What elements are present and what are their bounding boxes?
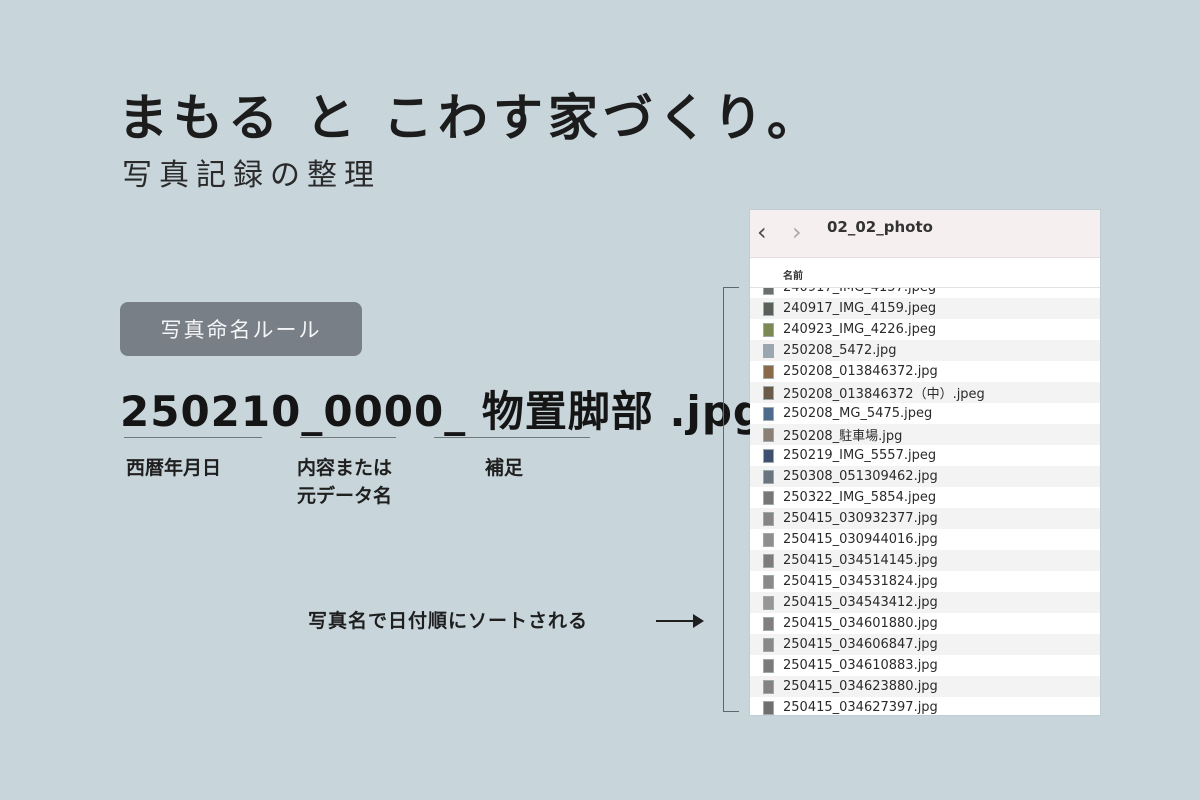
file-row[interactable]: 250208_013846372（中）.jpeg xyxy=(750,382,1100,403)
file-name: 240917_IMG_4157.jpeg xyxy=(783,288,936,295)
bracket-line xyxy=(723,287,739,712)
image-thumbnail-icon xyxy=(763,364,774,379)
part-label-content: 内容または 元データ名 xyxy=(297,457,393,507)
file-list[interactable]: 240917_IMG_4157.jpeg 240917_IMG_4159.jpeg… xyxy=(750,288,1100,715)
image-thumbnail-icon xyxy=(763,490,774,505)
image-thumbnail-icon xyxy=(763,427,774,442)
column-header-name[interactable]: 名前 xyxy=(750,258,1100,288)
image-thumbnail-icon xyxy=(763,448,774,463)
image-thumbnail-icon xyxy=(763,301,774,316)
part-label-supplement: 補足 xyxy=(485,457,524,479)
file-row[interactable]: 240917_IMG_4157.jpeg xyxy=(750,288,1100,298)
folder-name: 02_02_photo xyxy=(827,218,933,236)
file-row[interactable]: 250208_5472.jpg xyxy=(750,340,1100,361)
file-row[interactable]: 250219_IMG_5557.jpeg xyxy=(750,445,1100,466)
image-thumbnail-icon xyxy=(763,385,774,400)
file-row[interactable]: 250415_030944016.jpg xyxy=(750,529,1100,550)
image-thumbnail-icon xyxy=(763,553,774,568)
image-thumbnail-icon xyxy=(763,574,774,589)
file-name: 250208_MG_5475.jpeg xyxy=(783,406,933,421)
image-thumbnail-icon xyxy=(763,343,774,358)
file-row[interactable]: 250322_IMG_5854.jpeg xyxy=(750,487,1100,508)
file-name: 250415_034531824.jpg xyxy=(783,574,938,589)
image-thumbnail-icon xyxy=(763,322,774,337)
finder-toolbar: ‹ › 02_02_photo xyxy=(750,210,1100,258)
file-row[interactable]: 250415_034531824.jpg xyxy=(750,571,1100,592)
sort-note: 写真名で日付順にソートされる xyxy=(308,610,589,632)
file-name: 250415_034610883.jpg xyxy=(783,658,938,673)
file-name: 250208_駐車場.jpg xyxy=(783,429,903,444)
chevron-right-icon[interactable]: › xyxy=(792,220,802,244)
file-row[interactable]: 250308_051309462.jpg xyxy=(750,466,1100,487)
file-row[interactable]: 240917_IMG_4159.jpeg xyxy=(750,298,1100,319)
arrow-head-icon xyxy=(693,614,704,628)
date-underline xyxy=(124,437,262,438)
file-row[interactable]: 250415_034627397.jpg xyxy=(750,697,1100,715)
file-row[interactable]: 250415_034610883.jpg xyxy=(750,655,1100,676)
file-row[interactable]: 250415_034606847.jpg xyxy=(750,634,1100,655)
image-thumbnail-icon xyxy=(763,616,774,631)
page: まもる と こわす家づくり。 写真記録の整理 写真命名ルール 250210_00… xyxy=(0,0,1200,800)
file-row[interactable]: 250415_034543412.jpg xyxy=(750,592,1100,613)
file-name: 250415_030944016.jpg xyxy=(783,532,938,547)
image-thumbnail-icon xyxy=(763,469,774,484)
file-name: 250308_051309462.jpg xyxy=(783,469,938,484)
main-title: まもる と こわす家づくり。 xyxy=(118,89,822,147)
file-row[interactable]: 250415_034514145.jpg xyxy=(750,550,1100,571)
file-name: 250415_034627397.jpg xyxy=(783,700,938,715)
file-name: 250415_030932377.jpg xyxy=(783,511,938,526)
file-row[interactable]: 240923_IMG_4226.jpeg xyxy=(750,319,1100,340)
naming-rule-badge: 写真命名ルール xyxy=(120,302,362,356)
subtitle: 写真記録の整理 xyxy=(122,158,381,193)
file-row[interactable]: 250208_013846372.jpg xyxy=(750,361,1100,382)
arrow-right-icon xyxy=(656,620,696,622)
supplement-underline xyxy=(434,437,590,438)
file-row[interactable]: 250415_030932377.jpg xyxy=(750,508,1100,529)
file-row[interactable]: 250415_034623880.jpg xyxy=(750,676,1100,697)
file-name: 250208_013846372.jpg xyxy=(783,364,938,379)
finder-window: ‹ › 02_02_photo 名前 240917_IMG_4157.jpeg2… xyxy=(750,210,1100,715)
image-thumbnail-icon xyxy=(763,700,774,715)
file-name: 250415_034623880.jpg xyxy=(783,679,938,694)
image-thumbnail-icon xyxy=(763,658,774,673)
file-name: 250415_034543412.jpg xyxy=(783,595,938,610)
chevron-left-icon[interactable]: ‹ xyxy=(757,220,767,244)
file-name: 250415_034601880.jpg xyxy=(783,616,938,631)
image-thumbnail-icon xyxy=(763,679,774,694)
file-name: 250415_034514145.jpg xyxy=(783,553,938,568)
file-name: 250219_IMG_5557.jpeg xyxy=(783,448,937,463)
file-row[interactable]: 250208_MG_5475.jpeg xyxy=(750,403,1100,424)
image-thumbnail-icon xyxy=(763,406,774,421)
file-name: 250322_IMG_5854.jpeg xyxy=(783,490,937,505)
file-name: 250208_5472.jpg xyxy=(783,343,897,358)
part-label-date: 西暦年月日 xyxy=(126,457,222,479)
image-thumbnail-icon xyxy=(763,288,774,295)
file-row[interactable]: 250415_034601880.jpg xyxy=(750,613,1100,634)
file-row[interactable]: 250208_駐車場.jpg xyxy=(750,424,1100,445)
column-header-label: 名前 xyxy=(783,271,803,282)
file-name: 240917_IMG_4159.jpeg xyxy=(783,301,937,316)
image-thumbnail-icon xyxy=(763,595,774,610)
image-thumbnail-icon xyxy=(763,637,774,652)
file-name: 250208_013846372（中）.jpeg xyxy=(783,387,985,402)
file-name: 250415_034606847.jpg xyxy=(783,637,938,652)
image-thumbnail-icon xyxy=(763,532,774,547)
image-thumbnail-icon xyxy=(763,511,774,526)
content-underline xyxy=(300,437,396,438)
file-name: 240923_IMG_4226.jpeg xyxy=(783,322,937,337)
example-filename: 250210_0000_ 物置脚部 .jpg xyxy=(120,387,764,436)
